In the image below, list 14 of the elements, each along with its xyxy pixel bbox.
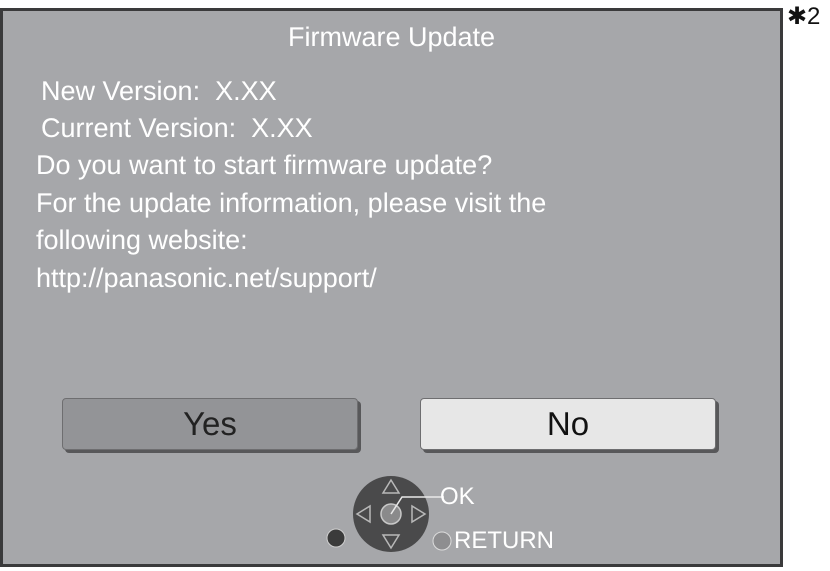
- message-text: http://panasonic.net/support/: [36, 262, 378, 295]
- button-icon: [326, 528, 346, 548]
- return-button-icon: [432, 531, 452, 551]
- message-text: Do you want to start firmware update?: [36, 149, 494, 182]
- return-label: RETURN: [454, 528, 554, 554]
- version-text: New Version: X.XX: [40, 75, 278, 108]
- dialog-button[interactable]: Yes: [62, 398, 358, 450]
- dialog-title: Firmware Update: [286, 22, 496, 53]
- message-text: For the update information, please visit the: [36, 186, 548, 220]
- footnote-mark: ✱2: [787, 2, 820, 31]
- version-text: Current Version: X.XX: [40, 112, 314, 145]
- message-text: following website:: [36, 224, 249, 257]
- dialog-button[interactable]: No: [420, 398, 716, 450]
- ok-label: OK: [440, 484, 476, 510]
